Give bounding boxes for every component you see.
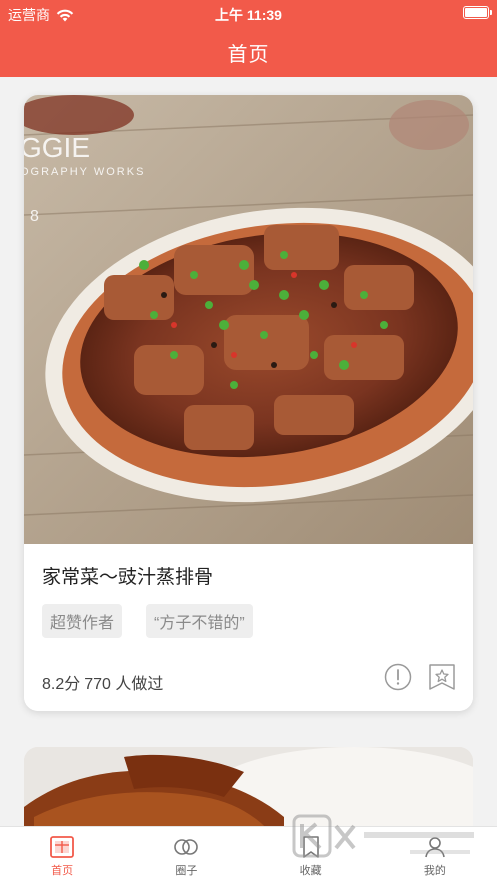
recipe-actions bbox=[383, 662, 457, 692]
recipe-meta: 8.2分 770 人做过 bbox=[42, 670, 163, 694]
tab-bar: 首页 圈子 收藏 我的 bbox=[0, 826, 497, 883]
bookmark-icon bbox=[302, 836, 319, 858]
status-bar: 运营商 上午 11:39 bbox=[0, 0, 497, 26]
battery-icon bbox=[463, 6, 492, 19]
tab-profile-label: 我的 bbox=[423, 865, 446, 877]
tab-home-label: 首页 bbox=[51, 865, 74, 877]
recipe-title[interactable]: 家常菜～豉汁蒸排骨 bbox=[42, 562, 213, 589]
tab-favorites-label: 收藏 bbox=[299, 865, 322, 877]
profile-icon bbox=[425, 837, 445, 858]
recipe-photo: GGIE OGRAPHY WORKS 8 bbox=[24, 95, 473, 544]
home-icon bbox=[50, 836, 75, 858]
tab-circles[interactable]: 圈子 bbox=[124, 827, 248, 883]
tab-circles-label: 圈子 bbox=[175, 865, 198, 877]
photo-watermark-line2: OGRAPHY WORKS bbox=[24, 166, 145, 178]
circles-icon bbox=[174, 839, 199, 855]
exclamation-circle-icon[interactable] bbox=[383, 662, 413, 692]
status-time: 上午 11:39 bbox=[215, 7, 282, 23]
page-title: 首页 bbox=[227, 44, 270, 66]
recipe-score: 8.2分 bbox=[42, 676, 81, 693]
photo-watermark-line3: 8 bbox=[30, 208, 39, 225]
tag-author[interactable]: 超赞作者 bbox=[42, 604, 123, 638]
top-header: 运营商 上午 11:39 首页 bbox=[0, 0, 497, 77]
recipe-card[interactable]: GGIE OGRAPHY WORKS 8 家常菜～豉汁蒸排骨 超赞作者 “方子不… bbox=[24, 95, 473, 711]
tab-home[interactable]: 首页 bbox=[0, 827, 124, 883]
recipe-made-count: 770 人做过 bbox=[84, 676, 164, 693]
tab-profile[interactable]: 我的 bbox=[373, 827, 497, 883]
tab-favorites[interactable]: 收藏 bbox=[249, 827, 373, 883]
star-bookmark-icon[interactable] bbox=[427, 662, 457, 692]
photo-watermark-line1: GGIE bbox=[24, 132, 90, 163]
recipe-tags: 超赞作者 “方子不错的” bbox=[42, 604, 253, 638]
recipe-info: 家常菜～豉汁蒸排骨 超赞作者 “方子不错的” 8.2分 770 人做过 bbox=[24, 544, 473, 711]
tag-quote[interactable]: “方子不错的” bbox=[146, 604, 253, 638]
